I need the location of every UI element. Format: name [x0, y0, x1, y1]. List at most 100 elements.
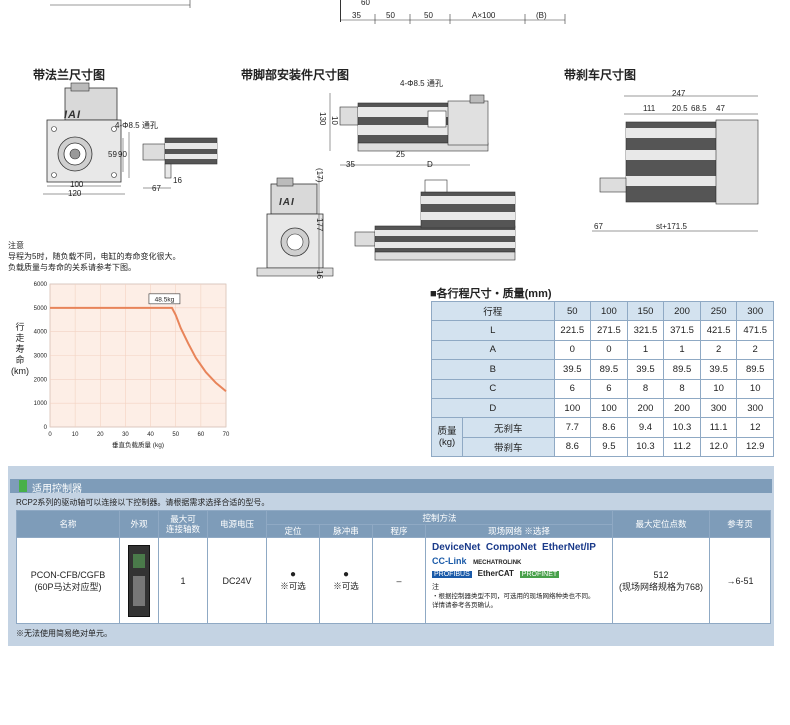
y-tick-label: 4000 — [34, 330, 48, 336]
top-dim-35: 35 — [352, 11, 361, 20]
foot-hole-label: 4-Φ8.5 通孔 — [400, 79, 443, 88]
ctrl-positioning-note: ※可选 — [280, 581, 306, 591]
brake-dim-67: 67 — [594, 222, 603, 231]
profibus-logo: PROFIBUS — [432, 571, 472, 578]
spec-cell: 300 — [736, 397, 774, 419]
y-tick-label: 2000 — [34, 377, 48, 383]
spec-mass-sublabel: 带刹车 — [462, 436, 555, 458]
devicenet-logo: DeviceNet — [432, 542, 481, 553]
notes-heading: 注意 — [8, 241, 24, 250]
spec-stroke: 300 — [736, 300, 774, 322]
spec-cell: 12.9 — [736, 436, 774, 458]
brake-dim-68-5: 68.5 — [691, 104, 707, 113]
spec-cell: 1 — [663, 339, 701, 361]
spec-cell: 39.5 — [553, 359, 592, 380]
spec-row-mass-brake: 带刹车 8.6 9.5 10.3 11.2 12.0 12.9 — [432, 436, 774, 458]
flange-dim-59: 59 — [108, 150, 117, 159]
spec-stroke: 50 — [553, 300, 592, 322]
ctrl-pulse: ● ※可选 — [319, 537, 373, 624]
spec-stroke-header: 行程 — [431, 300, 555, 322]
spec-cell: 271.5 — [590, 320, 628, 341]
controller-table: 名称 外观 最大可 连接轴数 电源电压 控制方法 最大定位点数 参考页 定位 脉… — [16, 510, 771, 624]
profinet-logo: PROFINET — [519, 571, 560, 578]
ctrl-ref-link[interactable]: →6-51 — [709, 537, 771, 624]
brake-dim-111: 111 — [643, 104, 656, 113]
iai-logo-foot: IAI — [279, 197, 295, 208]
ctrl-network-note-title: 注 — [432, 584, 439, 591]
spec-cell: 300 — [699, 397, 738, 419]
x-tick-label: 70 — [223, 432, 230, 438]
flange-title: 带法兰尺寸图 — [33, 68, 106, 82]
componet-logo: CompoNet — [485, 542, 537, 553]
foot-dim-35: 35 — [346, 160, 355, 169]
spec-row-a: A 0 0 1 1 2 2 — [431, 339, 774, 361]
flange-dim-16: 16 — [173, 176, 182, 185]
ctrl-positioning: ● ※可选 — [266, 537, 320, 624]
brake-dim-47: 47 — [716, 104, 725, 113]
ctrl-head-network: 现场网络 ※选择 — [425, 524, 613, 538]
spec-cell: 6 — [553, 378, 592, 399]
spec-cell: 100 — [553, 397, 592, 419]
spec-cell: 200 — [663, 397, 701, 419]
spec-mass-label: 质量 (kg) — [431, 417, 463, 458]
spec-cell: 0 — [553, 339, 592, 361]
ctrl-row-pcon: PCON-CFB/CGFB (60P马达对应型) 1 DC24V ● ※可选 ●… — [16, 537, 771, 624]
ctrl-head-max-axes: 最大可 连接轴数 — [158, 510, 208, 538]
foot-dim-16: 16 — [315, 270, 324, 279]
foot-dim-25: 25 — [396, 150, 405, 159]
spec-cell: 12 — [736, 417, 774, 438]
ctrl-name: PCON-CFB/CGFB (60P马达对应型) — [16, 537, 120, 624]
y-tick-label: 1000 — [34, 401, 48, 407]
ctrl-pulse-note: ※可选 — [333, 581, 359, 591]
spec-stroke: 200 — [663, 300, 701, 322]
brake-dim-20-5: 20.5 — [672, 104, 688, 113]
ctrl-head-ref: 参考页 — [709, 510, 771, 538]
y-tick-label: 0 — [44, 425, 48, 431]
spec-cell: 2 — [736, 339, 774, 361]
flange-dim-120: 120 — [68, 189, 82, 198]
foot-dim-d: D — [427, 160, 433, 169]
spec-table: 行程 50 100 150 200 250 300 L 221.5 271.5 … — [431, 300, 774, 458]
controller-title-bar — [10, 479, 772, 493]
top-dimension-strip — [50, 0, 566, 24]
spec-cell: 1 — [626, 339, 665, 361]
spec-mass-sublabel: 无刹车 — [462, 417, 555, 438]
ctrl-head-program: 程序 — [372, 524, 426, 538]
spec-row-c: C 6 6 8 8 10 10 — [431, 378, 774, 399]
spec-cell: 6 — [590, 378, 628, 399]
brake-title: 带刹车尺寸图 — [564, 68, 637, 82]
controller-desc: RCP2系列的驱动轴可以连接以下控制器。请根据需求选择合适的型号。 — [16, 498, 270, 507]
top-dim-60: 60 — [361, 0, 370, 7]
foot-dim-177: 177 — [315, 218, 324, 232]
foot-dim-10: 10 — [330, 116, 339, 125]
spec-cell: 100 — [590, 397, 628, 419]
ctrl-power: DC24V — [207, 537, 267, 624]
spec-row-b: B 39.5 89.5 39.5 89.5 39.5 89.5 — [431, 359, 774, 380]
controller-unit-image — [128, 544, 150, 617]
spec-stroke: 250 — [699, 300, 738, 322]
flange-drawing — [43, 82, 218, 195]
brake-drawing — [592, 95, 759, 232]
spec-cell: 10 — [699, 378, 738, 399]
brake-dim-247: 247 — [672, 89, 686, 98]
spec-cell: 39.5 — [699, 359, 738, 380]
ctrl-head-positioning: 定位 — [266, 524, 320, 538]
spec-cell: 10.3 — [626, 436, 665, 458]
annotation-label: 48.5kg — [155, 296, 175, 303]
top-dim-a100: A×100 — [472, 11, 496, 20]
notes-line-2: 负载质量与寿命的关系请参考下图。 — [8, 263, 136, 272]
spec-cell: 9.4 — [626, 417, 665, 438]
ctrl-head-pulse: 脉冲串 — [319, 524, 373, 538]
mechatrolink-logo: MECHATROLINK — [473, 560, 522, 566]
ctrl-head-name: 名称 — [16, 510, 120, 538]
spec-cell: 89.5 — [736, 359, 774, 380]
spec-row-label: L — [431, 320, 555, 341]
ctrl-max-points: 512 (现场网络规格为768) — [612, 537, 710, 624]
spec-row-d: D 100 100 200 200 300 300 — [431, 397, 774, 419]
spec-cell: 8 — [626, 378, 665, 399]
ctrl-positioning-dot: ● — [289, 569, 297, 580]
spec-cell: 10.3 — [663, 417, 701, 438]
ethercat-logo: EtherCAT — [477, 569, 514, 578]
x-tick-label: 20 — [97, 432, 104, 438]
spec-stroke: 150 — [626, 300, 665, 322]
